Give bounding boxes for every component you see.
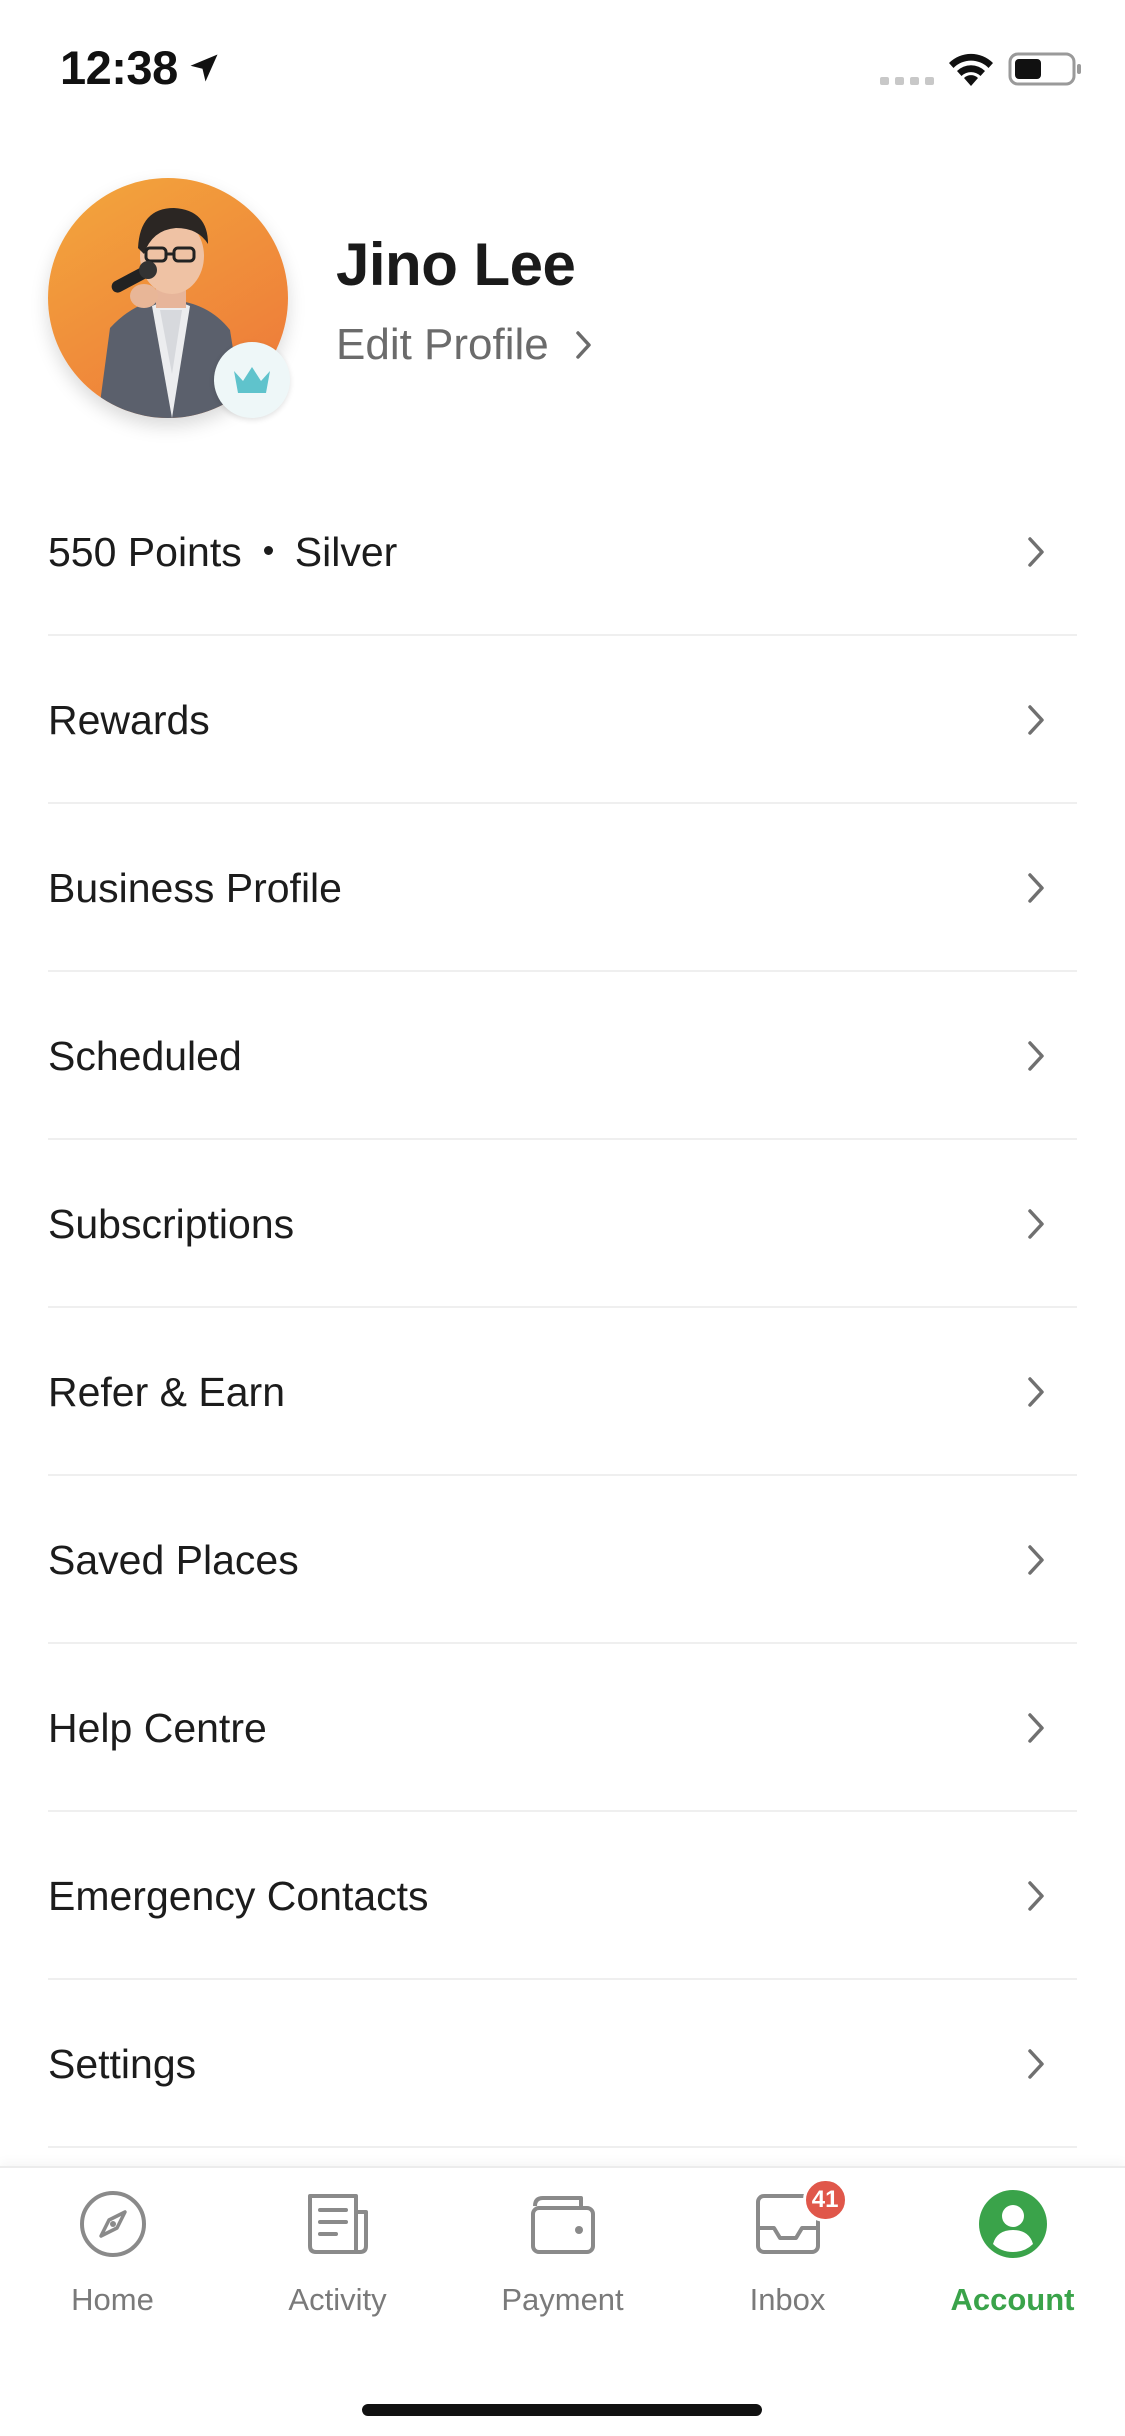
tab-label: Account xyxy=(950,2282,1075,2317)
tab-inbox[interactable]: 41 Inbox xyxy=(675,2178,900,2338)
account-menu: 550 Points Silver Rewards Business Profil… xyxy=(0,468,1125,2148)
chevron-right-icon xyxy=(576,331,591,359)
crown-icon xyxy=(234,367,270,393)
menu-item-refer-earn[interactable]: Refer & Earn xyxy=(0,1308,1125,1476)
edit-profile-label: Edit Profile xyxy=(336,320,549,369)
menu-item-label: Emergency Contacts xyxy=(48,1872,429,1919)
tab-label: Home xyxy=(71,2282,154,2317)
menu-item-label: Refer & Earn xyxy=(48,1368,285,1415)
chevron-right-icon xyxy=(1028,873,1044,903)
menu-item-label: Business Profile xyxy=(48,864,342,911)
menu-item-label: Scheduled xyxy=(48,1032,242,1079)
compass-icon xyxy=(77,2188,149,2260)
menu-item-rewards[interactable]: Rewards xyxy=(0,636,1125,804)
menu-item-help-centre[interactable]: Help Centre xyxy=(0,1644,1125,1812)
location-arrow-icon xyxy=(190,54,218,82)
menu-item-emergency-contacts[interactable]: Emergency Contacts xyxy=(0,1812,1125,1980)
tab-label: Activity xyxy=(288,2282,387,2317)
tab-label: Payment xyxy=(501,2282,624,2317)
points-tier: Silver xyxy=(294,528,398,575)
points-value: 550 Points xyxy=(48,528,242,575)
avatar[interactable] xyxy=(48,178,290,418)
account-screen: 12:38 Jino Lee Edit Profile 550 Points S… xyxy=(0,0,1125,2436)
menu-item-business-profile[interactable]: Business Profile xyxy=(0,804,1125,972)
wallet-icon xyxy=(527,2188,599,2260)
wifi-icon xyxy=(949,53,993,86)
tab-account[interactable]: Account xyxy=(900,2188,1125,2338)
menu-item-label: Settings xyxy=(48,2040,197,2087)
inbox-icon: 41 xyxy=(752,2178,848,2260)
menu-item-scheduled[interactable]: Scheduled xyxy=(0,972,1125,1140)
unread-count-badge: 41 xyxy=(802,2178,848,2222)
cellular-signal-icon xyxy=(880,77,934,85)
menu-item-label: Saved Places xyxy=(48,1536,299,1583)
menu-item-points[interactable]: 550 Points Silver xyxy=(0,468,1125,636)
menu-item-settings[interactable]: Settings xyxy=(0,1980,1125,2148)
status-bar: 12:38 xyxy=(0,0,1125,132)
home-indicator[interactable] xyxy=(362,2404,762,2416)
menu-item-label: Rewards xyxy=(48,696,210,743)
menu-item-label: Subscriptions xyxy=(48,1200,295,1247)
tab-payment[interactable]: Payment xyxy=(450,2188,675,2338)
tab-label: Inbox xyxy=(749,2282,826,2317)
chevron-right-icon xyxy=(1028,1209,1044,1239)
menu-item-label: Help Centre xyxy=(48,1704,267,1751)
menu-item-label: 550 Points Silver xyxy=(48,529,397,576)
profile-name: Jino Lee xyxy=(336,231,576,298)
chevron-right-icon xyxy=(1028,1041,1044,1071)
membership-badge xyxy=(214,342,290,418)
menu-item-subscriptions[interactable]: Subscriptions xyxy=(0,1140,1125,1308)
chevron-right-icon xyxy=(1028,2049,1044,2079)
tab-activity[interactable]: Activity xyxy=(225,2188,450,2338)
account-icon xyxy=(977,2188,1049,2260)
chevron-right-icon xyxy=(1028,1377,1044,1407)
chevron-right-icon xyxy=(1028,1545,1044,1575)
chevron-right-icon xyxy=(1028,705,1044,735)
profile-header: Jino Lee Edit Profile xyxy=(48,178,1078,428)
edit-profile-link[interactable]: Edit Profile xyxy=(336,320,595,370)
tab-home[interactable]: Home xyxy=(0,2188,225,2338)
bottom-tab-bar: Home Activity Payment 41 Inbox Account xyxy=(0,2166,1125,2436)
chevron-right-icon xyxy=(1028,1713,1044,1743)
bullet-separator xyxy=(263,546,273,556)
chevron-right-icon xyxy=(1028,537,1044,567)
status-time: 12:38 xyxy=(60,41,178,94)
menu-item-saved-places[interactable]: Saved Places xyxy=(0,1476,1125,1644)
receipt-icon xyxy=(302,2188,374,2260)
battery-icon xyxy=(1008,52,1081,86)
chevron-right-icon xyxy=(1028,1881,1044,1911)
